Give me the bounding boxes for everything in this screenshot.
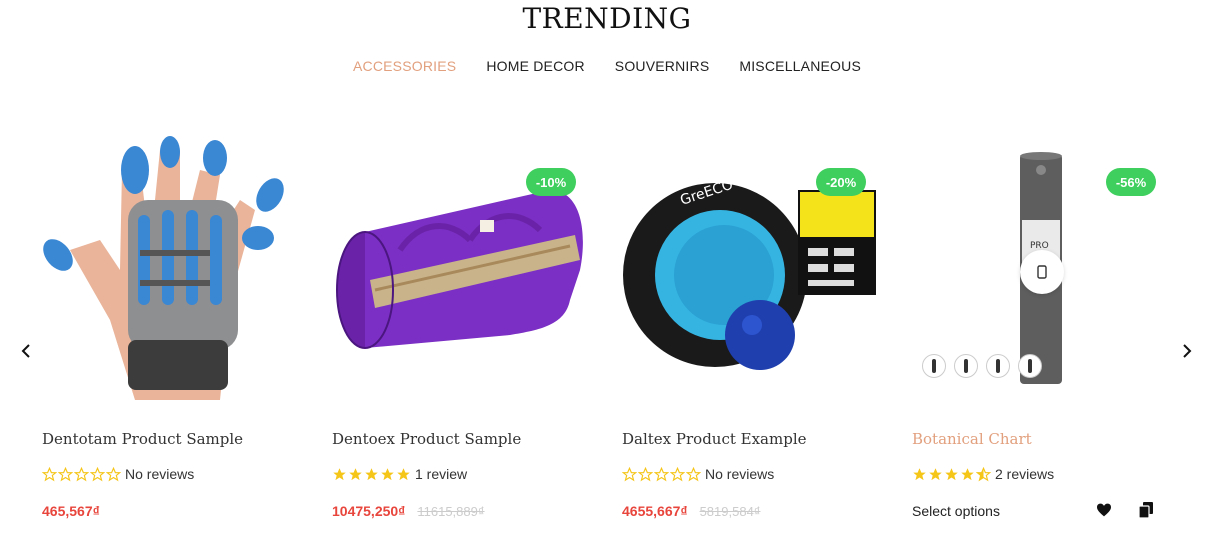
star-full-icon bbox=[397, 467, 410, 480]
hand-exerciser-image bbox=[43, 136, 284, 400]
star-empty-icon bbox=[686, 466, 701, 481]
product-image[interactable]: GreECO -20% bbox=[620, 130, 880, 405]
product-rating: 2 reviews bbox=[912, 466, 1054, 482]
product-card[interactable]: PRO -56% Botanical Chart 2 reviews Selec… bbox=[910, 130, 1170, 542]
swatch-option[interactable] bbox=[1018, 354, 1042, 378]
review-count: 1 review bbox=[415, 466, 468, 482]
tab-miscellaneous[interactable]: MISCELLANEOUS bbox=[739, 58, 861, 74]
price-row: 10475,250₫ 11615,889₫ bbox=[332, 503, 485, 519]
price: 4655,667₫ bbox=[622, 503, 688, 519]
star-empty-icon bbox=[654, 466, 669, 481]
product-name[interactable]: Dentoex Product Sample bbox=[332, 430, 521, 448]
star-full-icon bbox=[365, 467, 378, 480]
swatch-option[interactable] bbox=[954, 354, 978, 378]
review-count: No reviews bbox=[125, 466, 195, 482]
review-count: No reviews bbox=[705, 466, 775, 482]
select-options-link[interactable]: Select options bbox=[912, 503, 1000, 519]
star-full-icon bbox=[945, 467, 958, 480]
compare-button[interactable] bbox=[1136, 500, 1156, 520]
section-title: TRENDING bbox=[522, 2, 692, 35]
star-full-icon bbox=[349, 467, 362, 480]
old-price: 5819,584₫ bbox=[699, 504, 761, 519]
star-empty-icon bbox=[42, 466, 57, 481]
star-full-icon bbox=[381, 467, 394, 480]
product-image[interactable]: -10% bbox=[330, 130, 590, 405]
swatch-option[interactable] bbox=[922, 354, 946, 378]
star-half-icon bbox=[976, 466, 991, 481]
product-rating: No reviews bbox=[42, 466, 194, 482]
product-name[interactable]: Botanical Chart bbox=[912, 430, 1032, 448]
star-full-icon bbox=[929, 467, 942, 480]
star-empty-icon bbox=[670, 466, 685, 481]
product-image[interactable] bbox=[40, 130, 300, 405]
product-card[interactable]: -10% Dentoex Product Sample 1 review 104… bbox=[330, 130, 590, 542]
old-price: 11615,889₫ bbox=[417, 504, 485, 519]
price: 465,567₫ bbox=[42, 503, 100, 519]
star-empty-icon bbox=[90, 466, 105, 481]
star-full-icon bbox=[961, 467, 974, 480]
star-rating bbox=[42, 466, 121, 482]
discount-badge: -10% bbox=[526, 168, 576, 196]
heart-icon bbox=[1097, 503, 1111, 517]
star-rating bbox=[622, 466, 701, 482]
tab-souvernirs[interactable]: SOUVERNIRS bbox=[615, 58, 710, 74]
color-swatches bbox=[922, 354, 1042, 378]
product-image[interactable]: PRO -56% bbox=[910, 130, 1170, 405]
carousel-prev-button[interactable] bbox=[16, 340, 36, 362]
star-full-icon bbox=[333, 467, 346, 480]
price-row: 465,567₫ bbox=[42, 503, 100, 519]
product-card[interactable]: Dentotam Product Sample No reviews 465,5… bbox=[40, 130, 300, 542]
product-grid: Dentotam Product Sample No reviews 465,5… bbox=[40, 130, 1190, 542]
product-rating: 1 review bbox=[332, 466, 467, 482]
review-count: 2 reviews bbox=[995, 466, 1055, 482]
star-rating bbox=[332, 467, 411, 482]
swatch-option[interactable] bbox=[986, 354, 1010, 378]
category-tabs: ACCESSORIES HOME DECOR SOUVERNIRS MISCEL… bbox=[0, 58, 1214, 74]
wishlist-button[interactable] bbox=[1094, 500, 1114, 520]
price: 10475,250₫ bbox=[332, 503, 406, 519]
product-actions bbox=[1094, 500, 1156, 520]
discount-badge: -20% bbox=[816, 168, 866, 196]
quick-view-button[interactable] bbox=[1020, 250, 1064, 294]
star-empty-icon bbox=[74, 466, 89, 481]
product-card[interactable]: GreECO -20% Daltex Product Example No re… bbox=[620, 130, 880, 542]
chevron-left-icon bbox=[21, 344, 30, 358]
price-row: 4655,667₫ 5819,584₫ bbox=[622, 503, 760, 519]
phone-icon bbox=[1037, 265, 1047, 279]
discount-badge: -56% bbox=[1106, 168, 1156, 196]
tab-accessories[interactable]: ACCESSORIES bbox=[353, 58, 456, 74]
star-full-icon bbox=[913, 467, 926, 480]
star-empty-icon bbox=[58, 466, 73, 481]
star-empty-icon bbox=[638, 466, 653, 481]
product-rating: No reviews bbox=[622, 466, 774, 482]
star-empty-icon bbox=[622, 466, 637, 481]
tab-home-decor[interactable]: HOME DECOR bbox=[486, 58, 584, 74]
product-name[interactable]: Daltex Product Example bbox=[622, 430, 807, 448]
copy-icon bbox=[1139, 502, 1153, 518]
product-name[interactable]: Dentotam Product Sample bbox=[42, 430, 243, 448]
star-rating bbox=[912, 466, 991, 482]
star-empty-icon bbox=[106, 466, 121, 481]
